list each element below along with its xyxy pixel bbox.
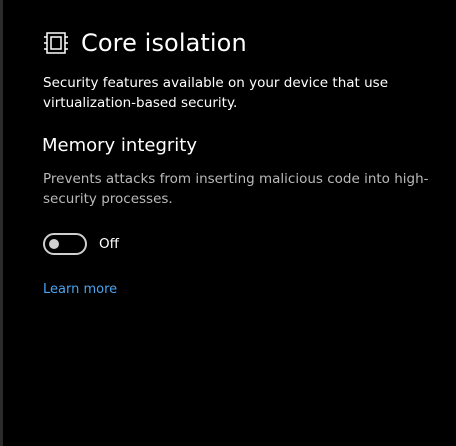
toggle-knob xyxy=(49,239,59,249)
memory-integrity-toggle[interactable] xyxy=(43,233,87,255)
memory-integrity-toggle-row: Off xyxy=(43,233,119,255)
learn-more-link[interactable]: Learn more xyxy=(43,282,117,297)
page-header: Core isolation xyxy=(43,26,247,60)
memory-integrity-title: Memory integrity xyxy=(42,135,198,156)
core-isolation-chip-icon xyxy=(43,30,69,56)
toggle-state-label: Off xyxy=(99,236,119,252)
memory-integrity-description: Prevents attacks from inserting maliciou… xyxy=(43,171,429,207)
page-description: Security features available on your devi… xyxy=(43,75,389,111)
page-title: Core isolation xyxy=(81,29,247,57)
window-left-border xyxy=(0,0,3,446)
